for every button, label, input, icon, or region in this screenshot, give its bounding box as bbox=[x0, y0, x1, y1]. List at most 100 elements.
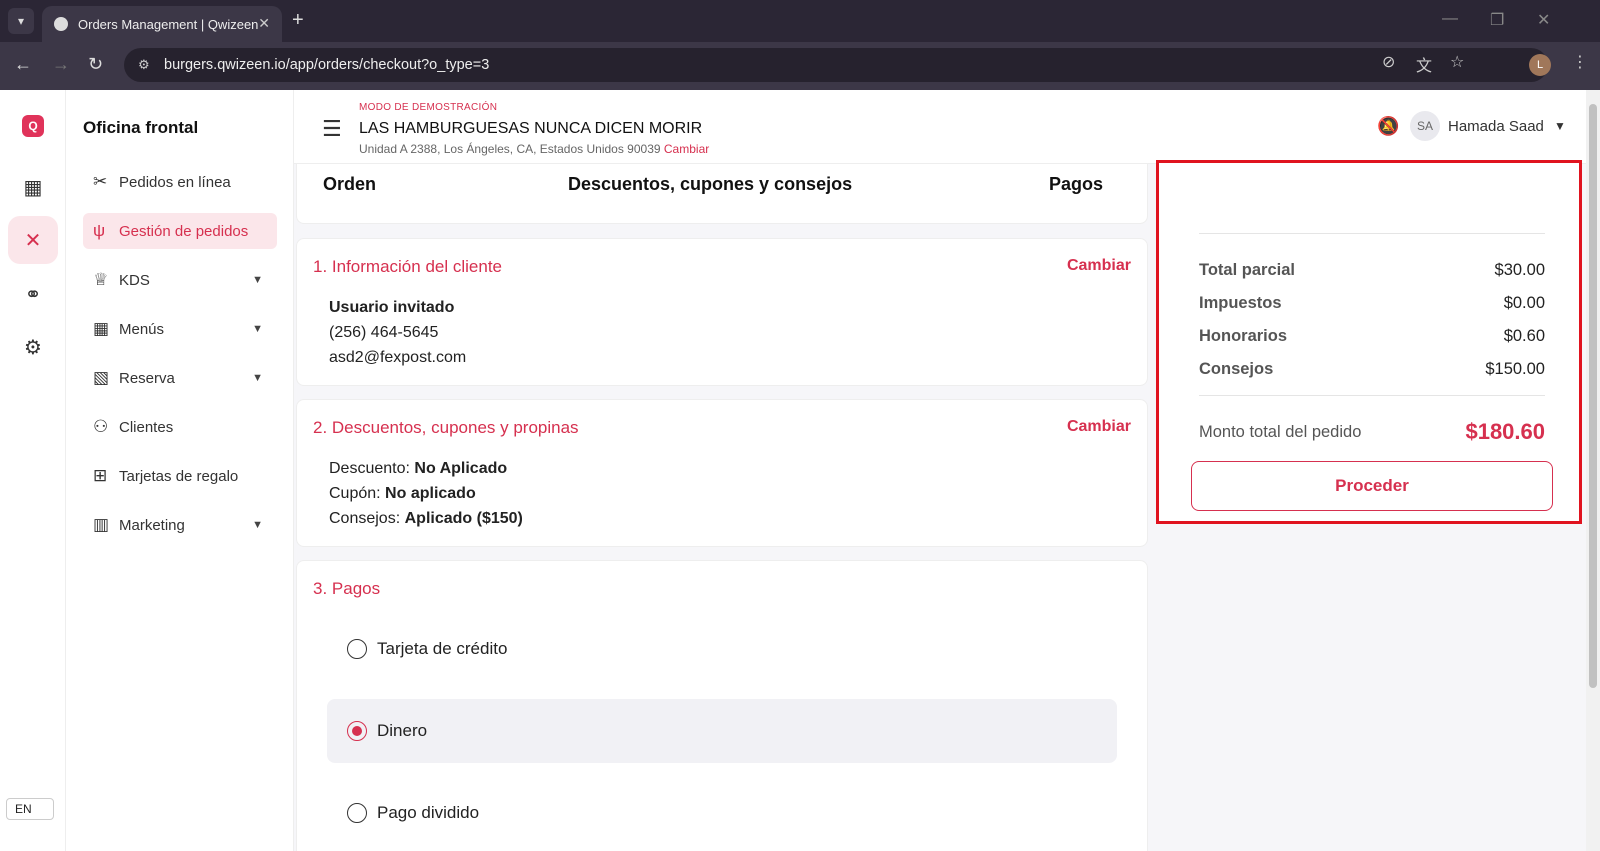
page-scrollbar[interactable] bbox=[1586, 90, 1600, 851]
browser-tab[interactable]: Orders Management | Qwizeen ✕ bbox=[42, 6, 282, 42]
sidebar-item-menus[interactable]: ▦ Menús ▼ bbox=[83, 311, 277, 347]
discount-value: No Aplicado bbox=[414, 460, 508, 477]
hierarchy-icon[interactable]: ⚭ bbox=[8, 270, 58, 318]
sidebar-item-marketing[interactable]: ▥ Marketing ▼ bbox=[83, 507, 277, 543]
sidebar-item-online-orders[interactable]: ✂ Pedidos en línea bbox=[83, 164, 277, 200]
tips-summary-value: $150.00 bbox=[1485, 360, 1545, 378]
subtotal-label: Total parcial bbox=[1199, 261, 1295, 279]
sidebar-item-customers[interactable]: ⚇ Clientes bbox=[83, 409, 277, 445]
translate-icon[interactable]: 文 bbox=[1416, 52, 1432, 76]
gift-icon: ⊞ bbox=[93, 466, 108, 485]
scrollbar-thumb[interactable] bbox=[1589, 104, 1597, 688]
sidebar: Oficina frontal ✂ Pedidos en línea ψ Ges… bbox=[66, 90, 294, 851]
payments-card: 3. Pagos Tarjeta de crédito Dinero Pago … bbox=[296, 560, 1148, 851]
hamburger-menu-icon[interactable]: ☰ bbox=[322, 116, 342, 142]
qwizeen-logo[interactable]: Q bbox=[22, 115, 44, 137]
sidebar-item-kds[interactable]: ♕ KDS ▼ bbox=[83, 262, 277, 298]
url-input[interactable]: ⚙ burgers.qwizeen.io/app/orders/checkout… bbox=[124, 48, 1548, 82]
taxes-row: Impuestos $0.00 bbox=[1199, 294, 1545, 313]
subtotal-row: Total parcial $30.00 bbox=[1199, 261, 1545, 280]
tips-summary-label: Consejos bbox=[1199, 360, 1274, 378]
payment-option-credit-card[interactable]: Tarjeta de crédito bbox=[327, 617, 1117, 681]
sidebar-item-gift-cards[interactable]: ⊞ Tarjetas de regalo bbox=[83, 458, 277, 494]
new-tab-button[interactable]: + bbox=[292, 9, 304, 32]
payment-option-label: Tarjeta de crédito bbox=[377, 639, 508, 658]
favicon-icon bbox=[54, 17, 68, 31]
proceed-button[interactable]: Proceder bbox=[1191, 461, 1553, 511]
customer-phone: (256) 464-5645 bbox=[329, 324, 439, 341]
discount-label: Descuento: bbox=[329, 460, 410, 477]
address-text: Unidad A 2388, Los Ángeles, CA, Estados … bbox=[359, 142, 661, 156]
sidebar-item-label: Pedidos en línea bbox=[119, 173, 231, 191]
change-customer-button[interactable]: Cambiar bbox=[1067, 257, 1131, 275]
dashboard-icon[interactable]: ▦ bbox=[8, 163, 58, 211]
step-payments[interactable]: Pagos bbox=[1049, 174, 1103, 195]
customer-info-title: 1. Información del cliente bbox=[313, 257, 502, 276]
chevron-down-icon: ▼ bbox=[252, 323, 263, 335]
back-icon[interactable]: ← bbox=[14, 54, 32, 75]
language-label: EN bbox=[15, 802, 32, 816]
language-switcher[interactable]: EN bbox=[6, 798, 54, 820]
chevron-down-icon: ▼ bbox=[252, 519, 263, 531]
orders-icon[interactable]: ✕ bbox=[8, 216, 58, 264]
sidebar-item-label: Menús bbox=[119, 320, 165, 338]
sidebar-item-label: Clientes bbox=[119, 418, 174, 436]
restore-icon[interactable]: ❐ bbox=[1490, 10, 1504, 30]
tips-value: Aplicado ($150) bbox=[404, 510, 523, 527]
reload-icon[interactable]: ↻ bbox=[88, 54, 103, 75]
checkout-main: Orden Descuentos, cupones y consejos Pag… bbox=[294, 164, 1150, 851]
change-location-link[interactable]: Cambiar bbox=[664, 142, 709, 156]
notifications-off-icon[interactable]: 🔕 bbox=[1377, 116, 1399, 137]
minimize-icon[interactable]: — bbox=[1442, 10, 1458, 28]
order-summary-panel: Total parcial $30.00 Impuestos $0.00 Hon… bbox=[1150, 160, 1586, 851]
total-row: Monto total del pedido $180.60 bbox=[1199, 419, 1545, 445]
restaurant-name: LAS HAMBURGUESAS NUNCA DICEN MORIR bbox=[359, 120, 703, 137]
settings-gear-icon[interactable]: ⚙ bbox=[8, 323, 58, 371]
utensils-icon: ✂ bbox=[93, 172, 108, 191]
checkout-steps: Orden Descuentos, cupones y consejos Pag… bbox=[296, 164, 1148, 224]
sidebar-title: Oficina frontal bbox=[83, 118, 199, 137]
eye-off-icon[interactable]: ⊘ bbox=[1382, 52, 1395, 72]
coupon-line: Cupón: No aplicado bbox=[329, 485, 476, 503]
sidebar-item-label: KDS bbox=[119, 271, 150, 289]
grid-icon: ▦ bbox=[93, 319, 110, 338]
chart-icon: ▥ bbox=[93, 515, 110, 534]
close-window-icon[interactable]: ✕ bbox=[1537, 10, 1550, 30]
bookmark-star-icon[interactable]: ☆ bbox=[1450, 52, 1464, 72]
profile-avatar[interactable]: L bbox=[1529, 54, 1551, 76]
browser-menu-icon[interactable]: ⋮ bbox=[1572, 52, 1588, 72]
browser-tab-bar: ▾ Orders Management | Qwizeen ✕ + — ❐ ✕ bbox=[0, 0, 1600, 42]
user-name[interactable]: Hamada Saad bbox=[1448, 118, 1544, 135]
payment-option-cash[interactable]: Dinero bbox=[327, 699, 1117, 763]
app-root: Q ▦ ✕ ⚭ ⚙ EN Oficina frontal ✂ Pedidos e… bbox=[0, 90, 1600, 851]
forward-icon[interactable]: → bbox=[52, 54, 70, 75]
total-label: Monto total del pedido bbox=[1199, 422, 1362, 441]
payment-option-split[interactable]: Pago dividido bbox=[327, 781, 1117, 845]
site-info-icon[interactable]: ⚙ bbox=[138, 57, 150, 73]
customer-name: Usuario invitado bbox=[329, 299, 455, 316]
sidebar-item-order-management[interactable]: ψ Gestión de pedidos bbox=[83, 213, 277, 249]
user-avatar[interactable]: SA bbox=[1410, 111, 1440, 141]
taxes-value: $0.00 bbox=[1503, 294, 1545, 312]
subtotal-value: $30.00 bbox=[1494, 261, 1545, 279]
fork-knife-icon: ψ bbox=[93, 221, 106, 240]
chevron-down-icon[interactable]: ▼ bbox=[1554, 119, 1566, 133]
change-discounts-button[interactable]: Cambiar bbox=[1067, 418, 1131, 436]
radio-button[interactable] bbox=[347, 803, 367, 823]
fees-value: $0.60 bbox=[1503, 327, 1545, 345]
icon-rail: Q ▦ ✕ ⚭ ⚙ EN bbox=[0, 90, 66, 851]
radio-button-selected[interactable] bbox=[347, 721, 367, 741]
payments-title: 3. Pagos bbox=[313, 579, 381, 598]
demo-mode-label: MODO DE DEMOSTRACIÓN bbox=[359, 102, 498, 113]
step-discounts[interactable]: Descuentos, cupones y consejos bbox=[568, 174, 852, 195]
payment-option-label: Dinero bbox=[377, 721, 428, 740]
divider bbox=[1199, 395, 1545, 396]
step-order[interactable]: Orden bbox=[323, 174, 376, 195]
customer-email: asd2@fexpost.com bbox=[329, 349, 467, 366]
customer-info-card: 1. Información del cliente Cambiar Usuar… bbox=[296, 238, 1148, 386]
tab-search-button[interactable]: ▾ bbox=[8, 8, 34, 34]
radio-button[interactable] bbox=[347, 639, 367, 659]
users-icon: ⚇ bbox=[93, 417, 109, 436]
sidebar-item-reservations[interactable]: ▧ Reserva ▼ bbox=[83, 360, 277, 396]
close-tab-icon[interactable]: ✕ bbox=[258, 15, 270, 32]
